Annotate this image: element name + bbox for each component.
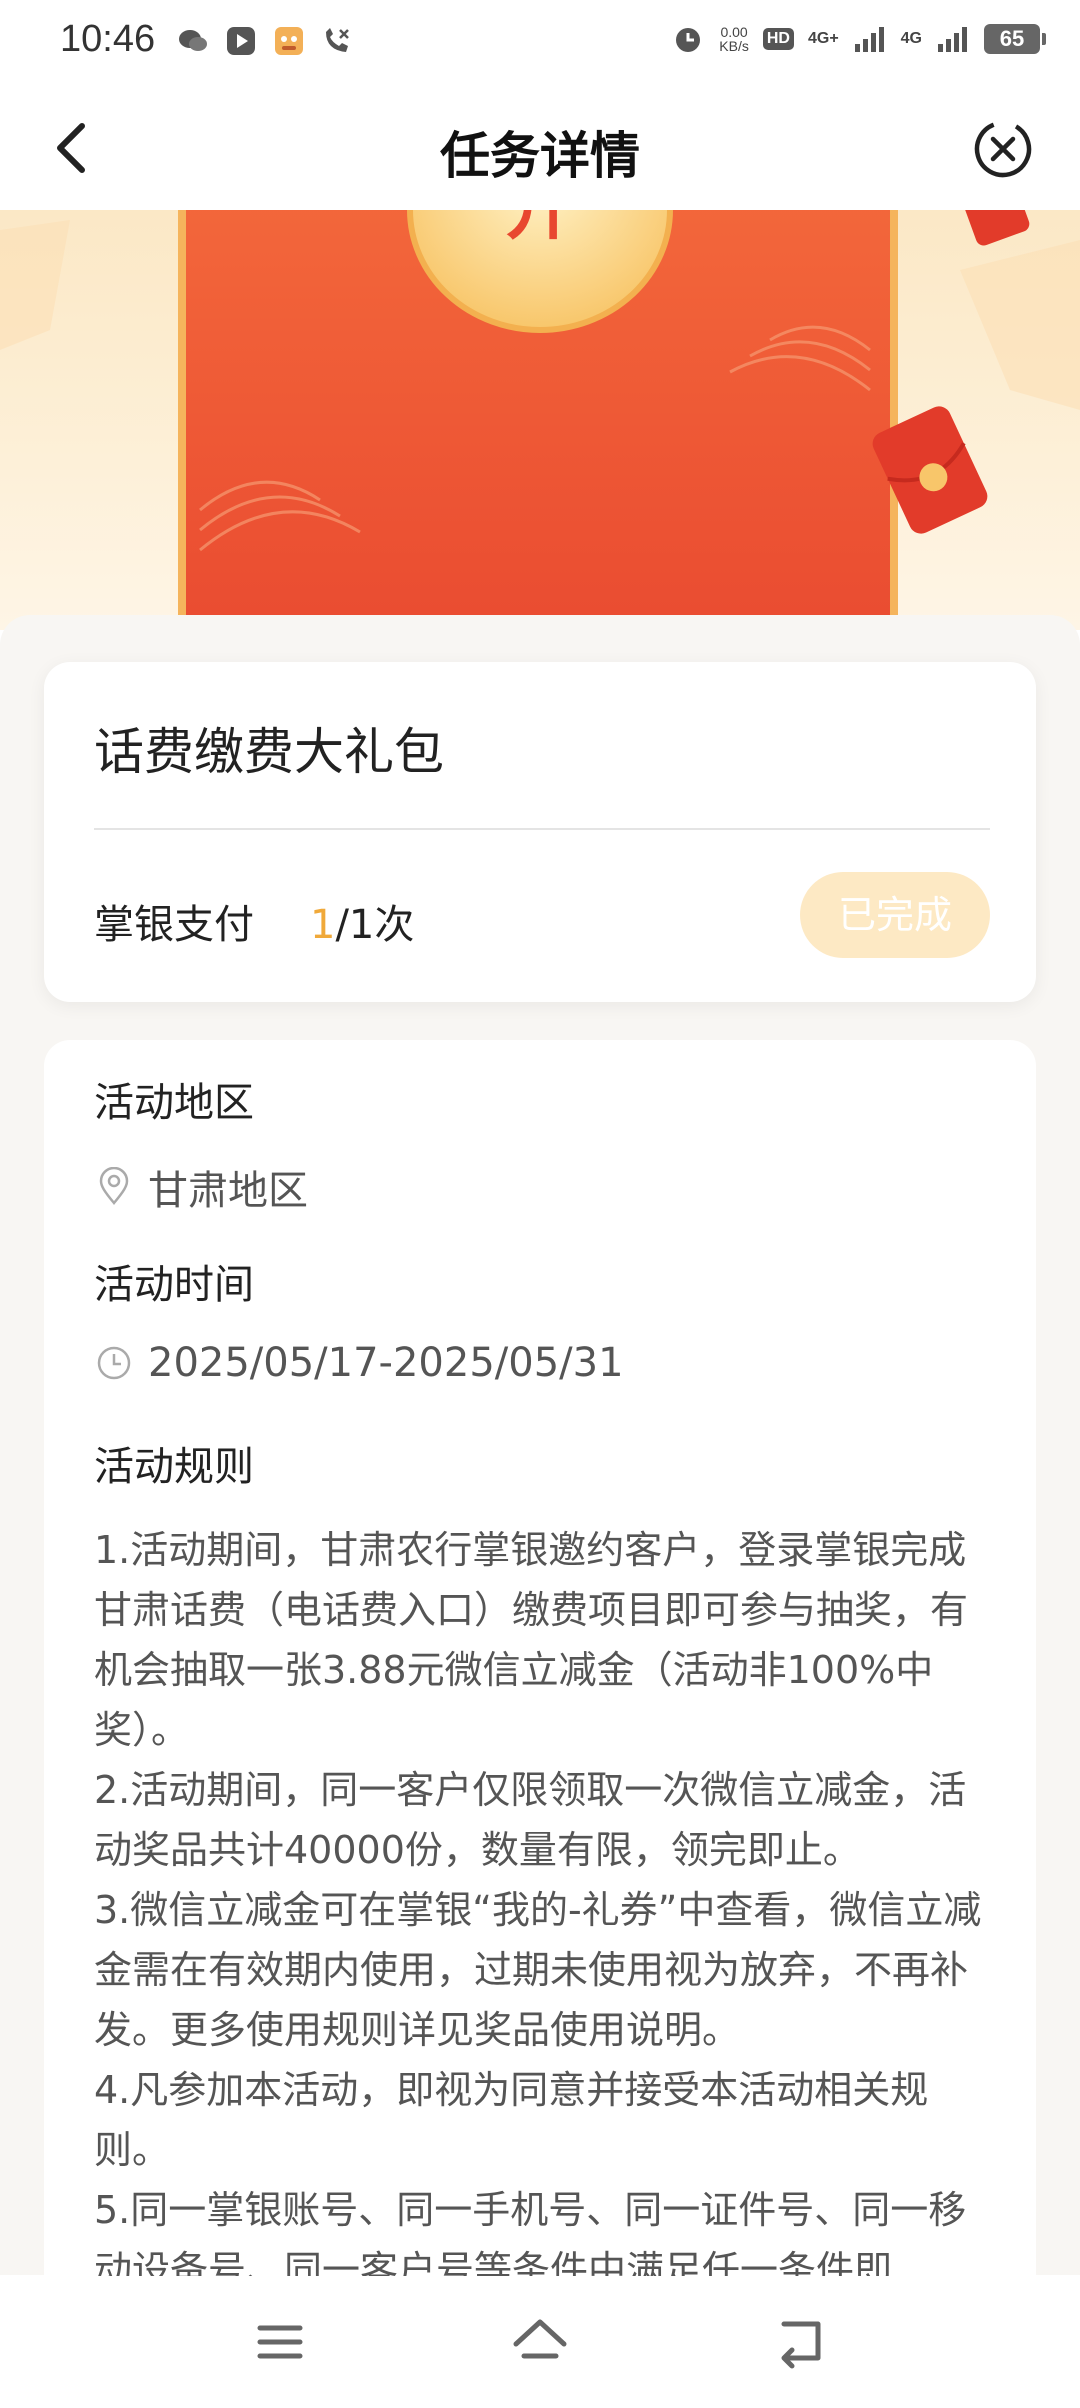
status-right: 0.00 KB/s HD 4G+ 4G 65 (671, 22, 1046, 56)
rule-item: 1.活动期间，甘肃农行掌银邀约客户，登录掌银完成甘肃话费（电话费入口）缴费项目即… (94, 1528, 969, 1752)
battery-indicator: 65 (984, 24, 1046, 54)
net-speed-value: 0.00 (720, 24, 748, 40)
clock-icon (97, 1346, 131, 1380)
menu-icon[interactable] (250, 2312, 310, 2372)
header-bar: 任务详情 (0, 86, 1080, 210)
sim2-label: 4G (900, 30, 922, 47)
red-envelope-illustration: 开 (0, 210, 1080, 630)
signal-icon (938, 27, 967, 52)
task-pay-label: 掌银支付 (94, 902, 254, 948)
missed-call-icon (326, 28, 349, 52)
region-row: 甘肃地区 (94, 1158, 308, 1216)
progress-total: /1次 (335, 902, 415, 948)
region-heading: 活动地区 (94, 1080, 254, 1126)
rule-item: 3.微信立减金可在掌银“我的-礼券”中查看，微信立减金需在有效期内使用，过期未使… (94, 1888, 982, 2052)
location-pin-icon (99, 1167, 129, 1205)
home-icon[interactable] (510, 2312, 570, 2372)
system-nav-bar (0, 2276, 1080, 2408)
notification-icons (176, 24, 354, 58)
back-nav-icon[interactable] (770, 2312, 830, 2372)
banner-illustration: 开 (0, 210, 1080, 630)
page-title: 任务详情 (440, 127, 640, 185)
alarm-icon (676, 28, 701, 52)
video-app-icon (227, 27, 255, 55)
svg-text:开: 开 (505, 210, 575, 249)
status-time: 10:46 (60, 18, 156, 60)
task-title: 话费缴费大礼包 (94, 723, 444, 781)
task-card: 话费缴费大礼包 掌银支付 1/1次 已完成 (44, 662, 1036, 1002)
signal-icon (854, 27, 884, 52)
sim1-label: 4G+ (807, 30, 839, 47)
net-speed-unit: KB/s (719, 38, 749, 54)
region-value: 甘肃地区 (148, 1168, 308, 1214)
close-button[interactable] (972, 118, 1034, 180)
divider (94, 828, 990, 830)
rules-text: 1.活动期间，甘肃农行掌银邀约客户，登录掌银完成甘肃话费（电话费入口）缴费项目即… (94, 1520, 994, 2300)
rule-item: 2.活动期间，同一客户仅限领取一次微信立减金，活动奖品共计40000份，数量有限… (94, 1768, 967, 1872)
completed-status-button[interactable]: 已完成 (800, 872, 990, 958)
game-app-icon (275, 27, 303, 55)
activity-info-card: 活动地区 甘肃地区 活动时间 2025/05/17-2025/05/31 活动规… (44, 1040, 1036, 2292)
status-bar: 10:46 0.00 KB/s HD 4G+ 4G 65 (0, 0, 1080, 86)
rule-item: 4.凡参加本活动，即视为同意并接受本活动相关规则。 (94, 2068, 929, 2172)
task-progress: 1/1次 (310, 892, 414, 950)
time-row: 2025/05/17-2025/05/31 (94, 1340, 624, 1386)
rules-heading: 活动规则 (94, 1444, 254, 1490)
net-speed: 0.00 KB/s (719, 25, 749, 53)
wechat-icon (179, 30, 207, 51)
hd-badge: HD (762, 28, 794, 50)
progress-done-count: 1 (310, 902, 336, 948)
time-heading: 活动时间 (94, 1262, 254, 1308)
time-value: 2025/05/17-2025/05/31 (148, 1340, 624, 1386)
